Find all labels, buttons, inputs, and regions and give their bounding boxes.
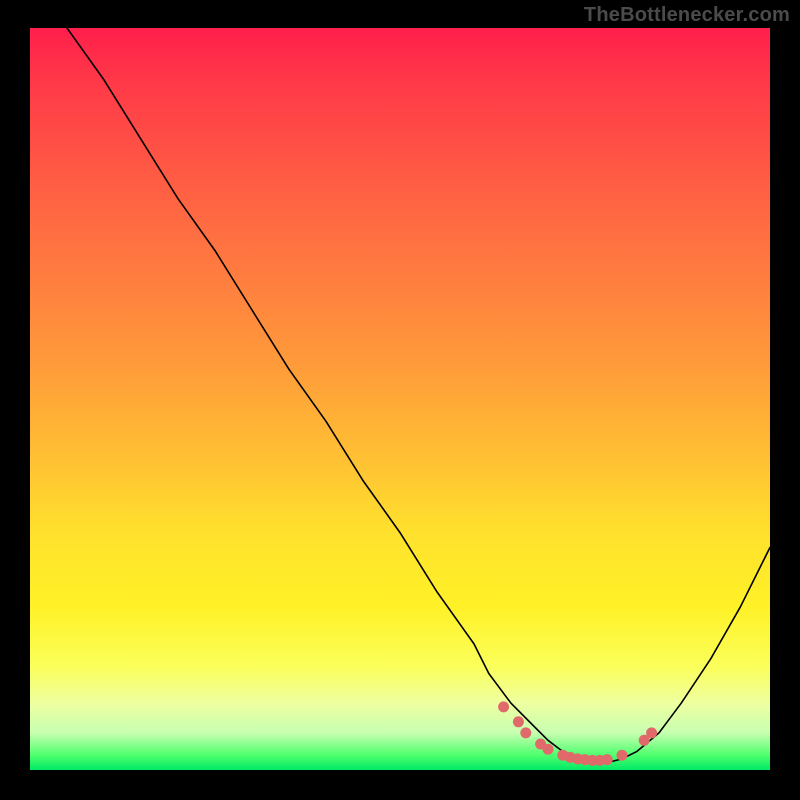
- attribution-text: TheBottlenecker.com: [584, 4, 790, 27]
- marker-dot: [602, 754, 613, 765]
- marker-dot: [617, 750, 628, 761]
- marker-dot: [498, 701, 509, 712]
- chart-stage: TheBottlenecker.com: [0, 0, 800, 800]
- plot-area: [30, 28, 770, 770]
- marker-dot: [543, 744, 554, 755]
- curve-markers: [498, 701, 657, 766]
- marker-dot: [520, 727, 531, 738]
- marker-dot: [646, 727, 657, 738]
- bottleneck-curve: [67, 28, 770, 763]
- curve-svg: [30, 28, 770, 770]
- marker-dot: [513, 716, 524, 727]
